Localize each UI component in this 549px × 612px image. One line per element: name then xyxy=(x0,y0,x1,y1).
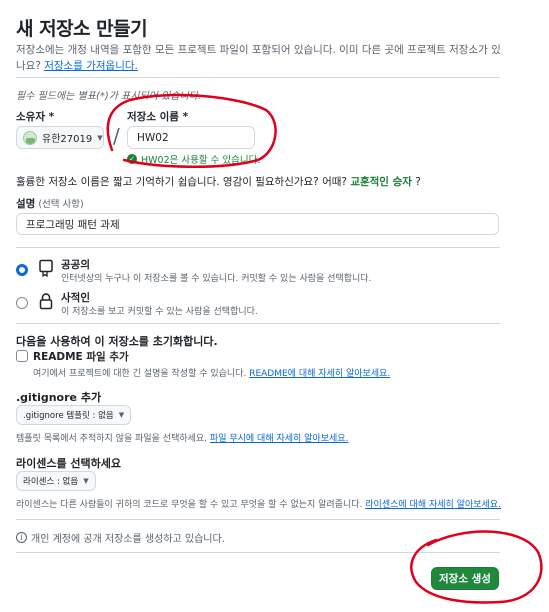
owner-value: 유한27019 xyxy=(42,134,93,145)
readme-checkbox[interactable] xyxy=(16,350,28,362)
gitignore-title: .gitignore 추가 xyxy=(16,391,102,404)
chevron-down-icon: ▼ xyxy=(118,411,125,419)
availability-message: ✓ HW02은 사용할 수 있습니다. xyxy=(127,152,260,166)
public-description: 인터넷상의 누구나 이 저장소를 볼 수 있습니다. 커밋할 수 있는 사람을 … xyxy=(61,274,372,284)
page-title: 새 저장소 만들기 xyxy=(16,18,148,40)
repo-name-label: 저장소 이름 * xyxy=(127,109,188,124)
public-radio[interactable] xyxy=(16,264,28,276)
info-icon: i xyxy=(16,532,27,543)
private-radio[interactable] xyxy=(16,297,28,309)
readme-help-text: 여기에서 프로젝트에 대한 긴 설명을 작성할 수 있습니다. xyxy=(33,369,250,379)
readme-learn-more-link[interactable]: README에 대해 자세히 알아보세요. xyxy=(249,369,390,379)
readme-label[interactable]: README 파일 추가 xyxy=(33,349,129,364)
required-asterisk: * xyxy=(44,111,55,123)
repo-name-value: HW02 xyxy=(137,131,169,144)
divider xyxy=(16,552,500,553)
chevron-down-icon: ▼ xyxy=(83,477,89,485)
license-dropdown[interactable]: 라이센스 : 없음 ▼ xyxy=(16,471,96,491)
repo-icon xyxy=(39,259,53,277)
gitignore-help-text: 템플릿 목록에서 추적하지 않을 파일을 선택하세요. xyxy=(16,434,210,444)
gitignore-learn-more-link[interactable]: 파일 무시에 대해 자세히 알아보세요. xyxy=(210,434,349,444)
description-label: 설명 (선택 사항) xyxy=(16,196,84,211)
description-input[interactable]: 프로그래밍 패턴 과제 xyxy=(16,213,499,235)
license-learn-more-link[interactable]: 라이센스에 대해 자세히 알아보세요. xyxy=(365,500,501,510)
intro-text: 저장소에는 개정 내역을 포함한 모든 프로젝트 파일이 포함되어 있습니다. … xyxy=(16,42,502,74)
description-label-text: 설명 xyxy=(16,198,36,210)
import-repository-link[interactable]: 저장소를 가져옵니다. xyxy=(44,60,138,72)
lock-icon xyxy=(39,293,53,310)
owner-label-text: 소유자 xyxy=(16,111,45,123)
owner-repo-separator: / xyxy=(113,124,120,148)
divider xyxy=(16,77,500,78)
avatar xyxy=(23,130,37,145)
license-title: 라이센스를 선택하세요 xyxy=(16,457,122,470)
initialize-title: 다음을 사용하여 이 저장소를 초기화합니다. xyxy=(16,335,218,348)
repo-name-input[interactable]: HW02 xyxy=(127,126,255,149)
suggestion-suffix: ? xyxy=(411,176,421,188)
required-asterisk: * xyxy=(178,111,189,123)
license-dropdown-label: 라이센스 : 없음 xyxy=(23,477,79,487)
divider xyxy=(16,247,500,248)
public-title: 공공의 xyxy=(61,259,90,271)
repo-name-label-text: 저장소 이름 xyxy=(127,111,179,123)
owner-dropdown[interactable]: 유한27019 ▼ xyxy=(16,126,104,149)
license-help: 라이센스는 다른 사람들이 귀하의 코드로 무엇을 할 수 있고 무엇을 할 수… xyxy=(16,497,501,510)
optional-tag: (선택 사항) xyxy=(35,199,84,210)
name-suggestion: 훌륭한 저장소 이름은 짧고 기억하기 쉽습니다. 영감이 필요하신가요? 어때… xyxy=(16,174,421,189)
gitignore-template-dropdown[interactable]: .gitignore 템플릿 : 없음 ▼ xyxy=(16,405,132,425)
visibility-info-text: 개인 계정에 공개 저장소를 생성하고 있습니다. xyxy=(31,534,225,545)
gitignore-help: 템플릿 목록에서 추적하지 않을 파일을 선택하세요. 파일 무시에 대해 자세… xyxy=(16,431,348,444)
readme-help: 여기에서 프로젝트에 대한 긴 설명을 작성할 수 있습니다. README에 … xyxy=(33,366,390,379)
required-fields-note: 필수 필드에는 별표(*)가 표시되어 있습니다. xyxy=(16,91,202,102)
description-value: 프로그래밍 패턴 과제 xyxy=(26,218,120,231)
visibility-public-option[interactable]: 공공의 인터넷상의 누구나 이 저장소를 볼 수 있습니다. 커밋할 수 있는 … xyxy=(16,257,500,287)
availability-text: HW02은 사용할 수 있습니다. xyxy=(141,155,261,166)
license-help-text: 라이센스는 다른 사람들이 귀하의 코드로 무엇을 할 수 있고 무엇을 할 수… xyxy=(16,500,366,510)
suggestion-text: 훌륭한 저장소 이름은 짧고 기억하기 쉽습니다. 영감이 필요하신가요? 어때… xyxy=(16,176,351,188)
create-repository-button[interactable]: 저장소 생성 xyxy=(431,567,499,590)
divider xyxy=(16,519,500,520)
owner-label: 소유자 * xyxy=(16,109,54,124)
chevron-down-icon: ▼ xyxy=(97,133,103,142)
visibility-info: i 개인 계정에 공개 저장소를 생성하고 있습니다. xyxy=(16,530,225,545)
check-circle-icon: ✓ xyxy=(127,154,137,164)
visibility-private-option[interactable]: 사적인 이 저장소를 보고 커밋할 수 있는 사람을 선택합니다. xyxy=(16,290,500,320)
private-title: 사적인 xyxy=(61,292,90,304)
suggested-name-button[interactable]: 교훈적인 승자 xyxy=(350,176,412,188)
divider xyxy=(16,323,500,324)
gitignore-dropdown-label: .gitignore 템플릿 : 없음 xyxy=(23,411,114,421)
private-description: 이 저장소를 보고 커밋할 수 있는 사람을 선택합니다. xyxy=(61,307,258,317)
